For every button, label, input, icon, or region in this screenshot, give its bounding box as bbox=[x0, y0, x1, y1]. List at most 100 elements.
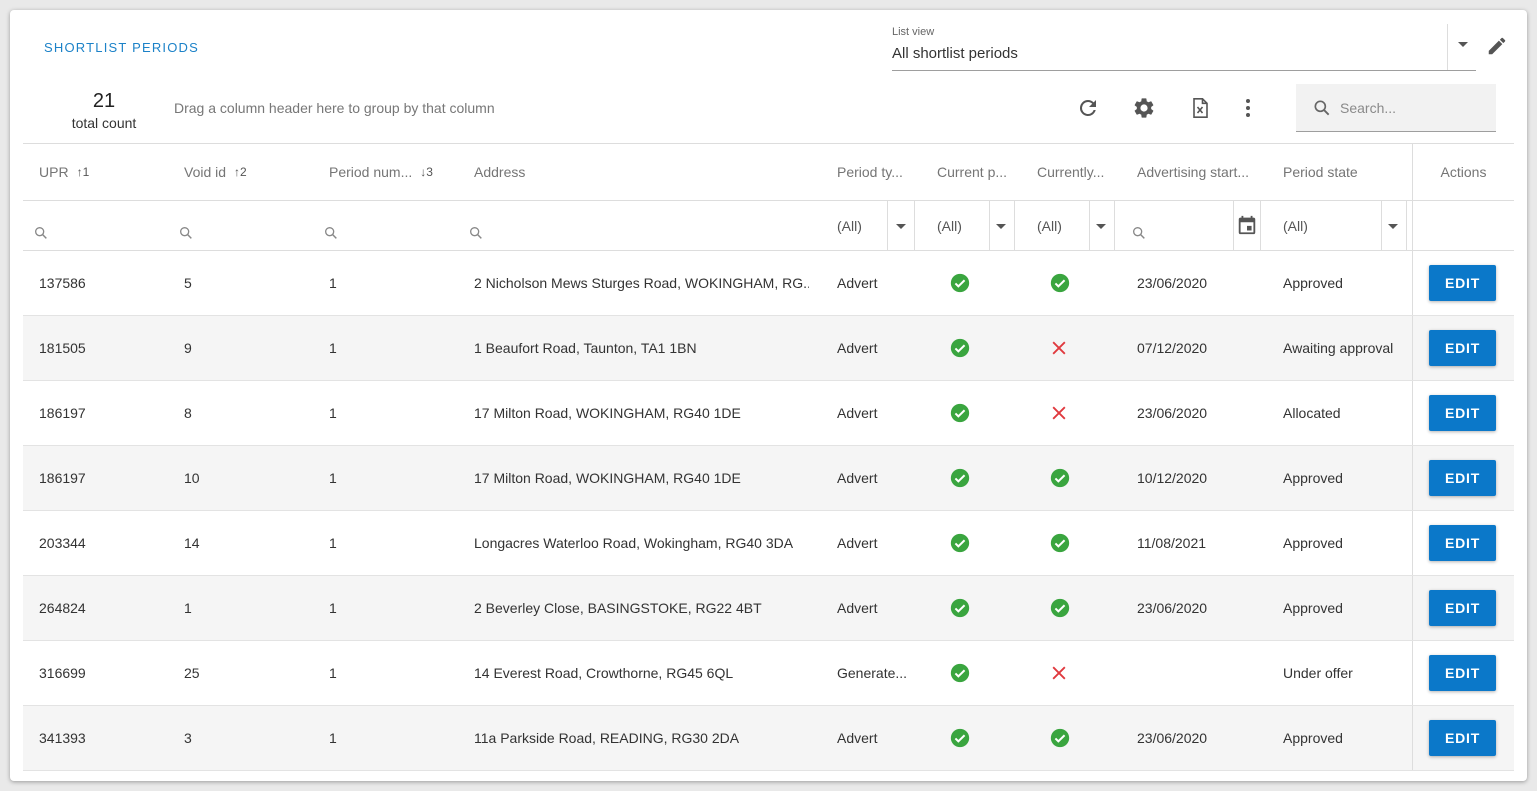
filter-upr[interactable] bbox=[33, 201, 173, 250]
search-box[interactable] bbox=[1296, 84, 1496, 132]
header-advertising-start[interactable]: Advertising start... bbox=[1137, 144, 1272, 200]
cell-void-id: 3 bbox=[184, 730, 192, 746]
cell-currently bbox=[1037, 576, 1127, 640]
cell-address: 17 Milton Road, WOKINGHAM, RG40 1DE bbox=[474, 470, 741, 486]
header-period-number[interactable]: Period num... ↓3 bbox=[329, 144, 469, 200]
header-current-period[interactable]: Current p... bbox=[937, 144, 1027, 200]
excel-export-icon[interactable] bbox=[1188, 96, 1212, 120]
search-icon bbox=[35, 226, 47, 239]
edit-pencil-icon[interactable] bbox=[1486, 35, 1508, 57]
list-view-label: List view bbox=[892, 26, 935, 38]
table-row[interactable]: 316699 25 1 14 Everest Road, Crowthorne, RG… bbox=[23, 641, 1514, 706]
check-circle-icon bbox=[950, 728, 970, 748]
cell-address: 11a Parkside Road, READING, RG30 2DA bbox=[474, 730, 740, 746]
header-period-type[interactable]: Period ty... bbox=[837, 144, 927, 200]
list-view-select[interactable]: List view All shortlist periods bbox=[892, 24, 1476, 71]
filter-current-period[interactable]: (All) bbox=[937, 201, 997, 250]
header-actions: Actions bbox=[1412, 144, 1514, 200]
table-row[interactable]: 186197 8 1 17 Milton Road, WOKINGHAM, RG40 … bbox=[23, 381, 1514, 446]
cell-currently bbox=[1037, 446, 1127, 510]
table-row[interactable]: 186197 10 1 17 Milton Road, WOKINGHAM, RG40… bbox=[23, 446, 1514, 511]
cell-address: 2 Nicholson Mews Sturges Road, WOKINGHAM… bbox=[474, 275, 809, 291]
group-panel-hint: Drag a column header here to group by th… bbox=[174, 100, 495, 116]
sort-indicator: ↑2 bbox=[234, 165, 247, 179]
header-upr[interactable]: UPR ↑1 bbox=[39, 144, 169, 200]
check-circle-icon bbox=[1050, 468, 1070, 488]
table-row[interactable]: 137586 5 1 2 Nicholson Mews Sturges Road, W… bbox=[23, 251, 1514, 316]
cell-currently bbox=[1037, 706, 1127, 770]
cell-period-type: Advert bbox=[837, 600, 878, 616]
cell-period-number: 1 bbox=[329, 665, 337, 681]
filter-currently[interactable]: (All) bbox=[1037, 201, 1097, 250]
chevron-down-icon[interactable] bbox=[996, 224, 1006, 229]
cell-period-number: 1 bbox=[329, 340, 337, 356]
filter-advertising-start[interactable] bbox=[1131, 201, 1161, 250]
edit-button[interactable]: EDIT bbox=[1429, 330, 1496, 366]
header-void-id[interactable]: Void id ↑2 bbox=[184, 144, 314, 200]
table-row[interactable]: 341393 3 1 11a Parkside Road, READING, RG30… bbox=[23, 706, 1514, 771]
check-circle-icon bbox=[950, 338, 970, 358]
total-count-label: total count bbox=[71, 115, 137, 131]
table-row[interactable]: 181505 9 1 1 Beaufort Road, Taunton, TA1 1B… bbox=[23, 316, 1514, 381]
cell-advertising-start bbox=[1137, 641, 1267, 705]
search-icon bbox=[180, 226, 192, 239]
filter-period-number[interactable] bbox=[323, 201, 463, 250]
header-row: UPR ↑1 Void id ↑2 Period num... ↓3 Address … bbox=[23, 144, 1514, 201]
edit-button[interactable]: EDIT bbox=[1429, 460, 1496, 496]
cell-void-id: 9 bbox=[184, 340, 192, 356]
table-row[interactable]: 203344 14 1 Longacres Waterloo Road, Woking… bbox=[23, 511, 1514, 576]
filter-separator bbox=[989, 201, 990, 250]
chevron-down-icon[interactable] bbox=[1458, 42, 1468, 47]
cell-period-type: Advert bbox=[837, 405, 878, 421]
search-icon bbox=[1133, 226, 1145, 239]
page-title: SHORTLIST PERIODS bbox=[44, 40, 200, 55]
refresh-icon[interactable] bbox=[1076, 96, 1100, 120]
filter-separator bbox=[1406, 201, 1407, 250]
cell-address: 2 Beverley Close, BASINGSTOKE, RG22 4BT bbox=[474, 600, 762, 616]
close-icon bbox=[1052, 341, 1066, 355]
cell-period-type: Advert bbox=[837, 535, 878, 551]
cell-void-id: 10 bbox=[184, 470, 200, 486]
filter-address[interactable] bbox=[468, 201, 818, 250]
cell-period-state: Awaiting approval bbox=[1283, 340, 1394, 356]
cell-advertising-start: 10/12/2020 bbox=[1137, 470, 1208, 486]
chevron-down-icon[interactable] bbox=[1096, 224, 1106, 229]
calendar-icon[interactable] bbox=[1236, 214, 1258, 236]
cell-period-state: Approved bbox=[1283, 600, 1343, 616]
chevron-down-icon[interactable] bbox=[1388, 224, 1398, 229]
cell-advertising-start: 23/06/2020 bbox=[1137, 405, 1208, 421]
cell-address: 14 Everest Road, Crowthorne, RG45 6QL bbox=[474, 665, 734, 681]
total-count-value: 21 bbox=[92, 90, 116, 112]
cell-void-id: 5 bbox=[184, 275, 192, 291]
cell-period-type: Advert bbox=[837, 340, 878, 356]
more-vert-icon[interactable] bbox=[1236, 96, 1260, 120]
table-row[interactable]: 264824 1 1 2 Beverley Close, BASINGSTOKE, R… bbox=[23, 576, 1514, 641]
filter-period-state[interactable]: (All) bbox=[1283, 201, 1343, 250]
edit-button[interactable]: EDIT bbox=[1429, 720, 1496, 756]
search-input[interactable] bbox=[1340, 96, 1485, 120]
cell-currently bbox=[1037, 251, 1127, 315]
filter-void-id[interactable] bbox=[178, 201, 318, 250]
cell-period-type: Generate... bbox=[837, 665, 908, 681]
cell-current-period bbox=[937, 381, 1027, 445]
chevron-down-icon[interactable] bbox=[896, 224, 906, 229]
check-circle-icon bbox=[950, 663, 970, 683]
grid-body: 137586 5 1 2 Nicholson Mews Sturges Road, W… bbox=[23, 251, 1514, 771]
cell-upr: 203344 bbox=[39, 535, 86, 551]
edit-button[interactable]: EDIT bbox=[1429, 525, 1496, 561]
filter-separator bbox=[1014, 201, 1015, 250]
check-circle-icon bbox=[1050, 598, 1070, 618]
edit-button[interactable]: EDIT bbox=[1429, 590, 1496, 626]
edit-button[interactable]: EDIT bbox=[1429, 655, 1496, 691]
edit-button[interactable]: EDIT bbox=[1429, 395, 1496, 431]
cell-period-type: Advert bbox=[837, 730, 878, 746]
settings-icon[interactable] bbox=[1132, 96, 1156, 120]
filter-period-type[interactable]: (All) bbox=[837, 201, 897, 250]
header-address[interactable]: Address bbox=[474, 144, 814, 200]
cell-address: Longacres Waterloo Road, Wokingham, RG40… bbox=[474, 535, 794, 551]
header-period-state[interactable]: Period state bbox=[1283, 144, 1411, 200]
edit-button[interactable]: EDIT bbox=[1429, 265, 1496, 301]
header-currently[interactable]: Currently... bbox=[1037, 144, 1127, 200]
cell-void-id: 14 bbox=[184, 535, 200, 551]
check-circle-icon bbox=[1050, 273, 1070, 293]
